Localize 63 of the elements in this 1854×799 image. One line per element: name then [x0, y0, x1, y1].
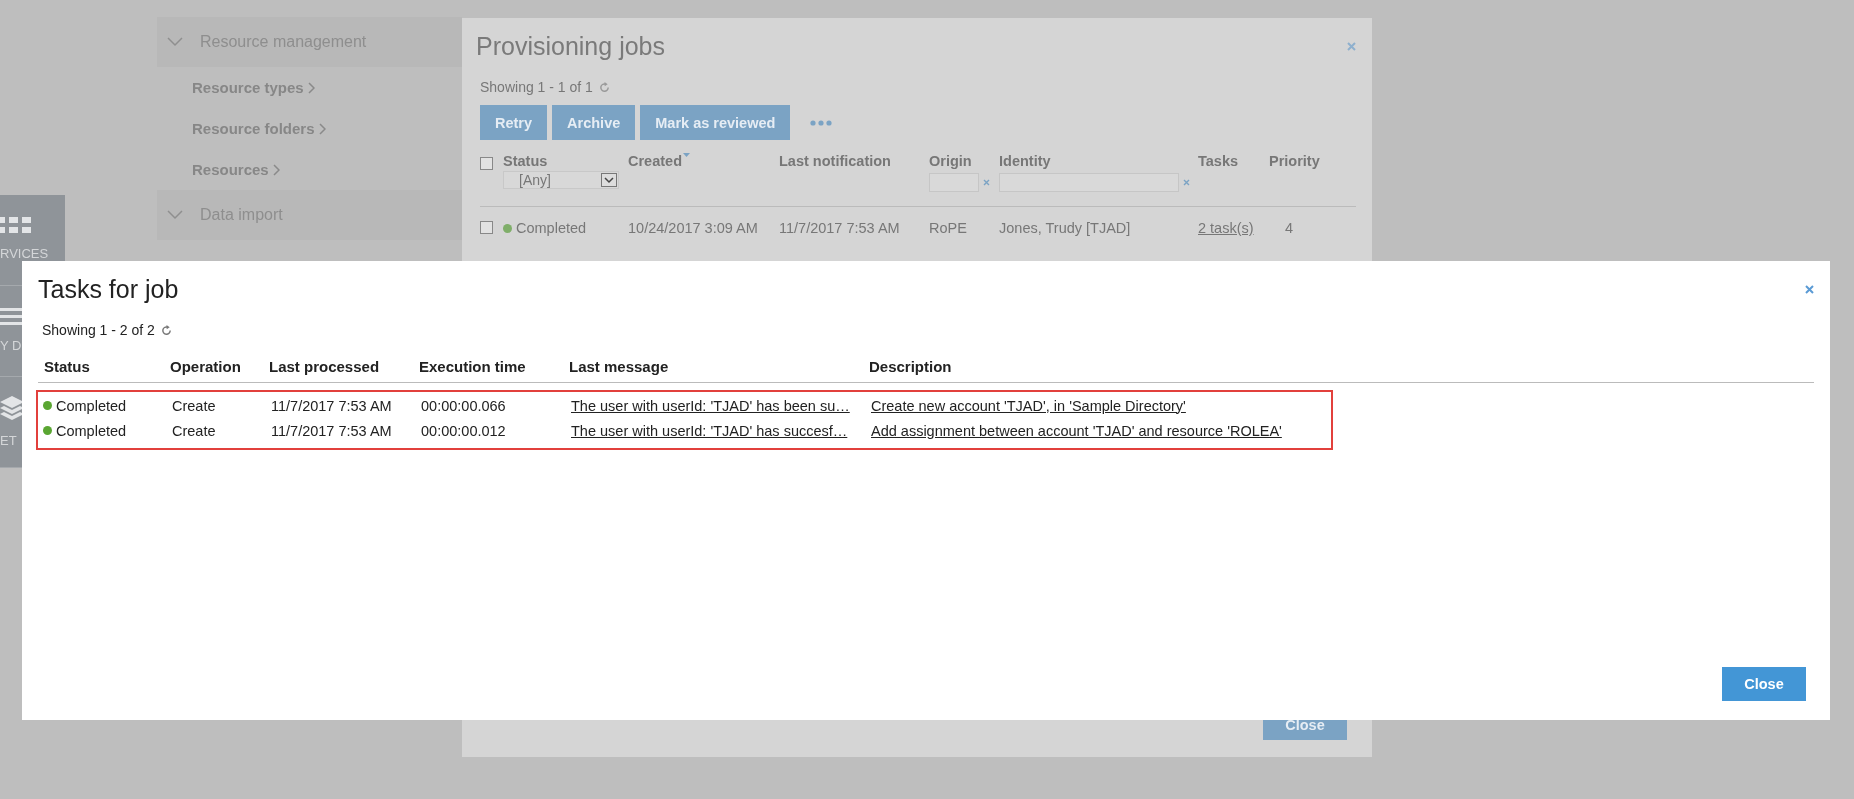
column-header[interactable]: Last message [569, 358, 669, 375]
action-button[interactable]: Mark as reviewed [640, 105, 791, 140]
filter-dropdown[interactable]: [Any] [503, 171, 619, 189]
dropdown-caret-icon[interactable] [601, 173, 617, 187]
message-link[interactable]: The user with userId: 'TJAD' has been su… [571, 397, 850, 414]
result-count: Showing 1 - 2 of 2 [42, 322, 155, 338]
column-header[interactable]: Description [869, 358, 952, 375]
description-link[interactable]: Add assignment between account 'TJAD' and resource 'ROLEA' [871, 422, 1282, 439]
chevron-right-icon[interactable] [272, 163, 280, 176]
checkbox[interactable] [480, 221, 493, 234]
list-icon[interactable] [0, 307, 24, 327]
close-button[interactable]: Close [1722, 667, 1806, 701]
status-text: Completed [56, 397, 127, 414]
table-cell: 11/7/2017 7:53 AM [271, 397, 392, 414]
table-cell: 11/7/2017 7:53 AM [779, 220, 900, 236]
status-text: Completed [56, 422, 127, 439]
table-cell: Create [172, 422, 216, 439]
rail-label[interactable]: RVICES [0, 245, 49, 263]
column-header[interactable]: Last notification [779, 153, 891, 169]
table-cell: Jones, Trudy [TJAD] [999, 220, 1131, 236]
column-header[interactable]: Priority [1269, 153, 1320, 169]
table-cell: 11/7/2017 7:53 AM [271, 422, 392, 439]
description-link[interactable]: Create new account 'TJAD', in 'Sample Directory' [871, 397, 1186, 414]
column-header[interactable]: Created [628, 153, 682, 169]
table-cell: Create [172, 397, 216, 414]
sort-icon[interactable] [683, 153, 690, 157]
column-header[interactable]: Identity [999, 153, 1051, 169]
chevron-icon [167, 210, 183, 220]
action-button[interactable]: Archive [552, 105, 636, 140]
table-cell: RoPE [929, 220, 967, 236]
chevron-right-icon[interactable] [307, 81, 315, 94]
table-cell: 4 [1285, 220, 1294, 236]
more-icon[interactable] [810, 119, 833, 126]
result-count: Showing 1 - 1 of 1 [480, 79, 593, 95]
refresh-icon[interactable] [160, 324, 172, 336]
column-header[interactable]: Status [503, 153, 548, 169]
column-header[interactable]: Last processed [269, 358, 380, 375]
table-cell: 00:00:00.012 [421, 422, 506, 439]
chevron-icon [167, 37, 183, 47]
column-header[interactable]: Operation [170, 358, 241, 375]
action-button[interactable]: Retry [480, 105, 548, 140]
column-header[interactable]: Status [44, 358, 90, 375]
close-icon[interactable] [1347, 42, 1356, 51]
tasks-link[interactable]: 2 task(s) [1198, 220, 1254, 236]
dialog-title: Tasks for job [38, 275, 179, 304]
dialog-title: Provisioning jobs [476, 32, 665, 61]
table-cell: 10/24/2017 3:09 AM [628, 220, 758, 236]
table-cell: 00:00:00.066 [421, 397, 506, 414]
layers-icon[interactable] [0, 394, 24, 422]
rail-label[interactable]: ET [0, 432, 17, 450]
close-icon[interactable] [1805, 285, 1814, 294]
rail-label[interactable]: Y D [0, 337, 22, 355]
message-link[interactable]: The user with userId: 'TJAD' has succesf… [571, 422, 848, 439]
column-header[interactable]: Origin [929, 153, 972, 169]
chevron-right-icon[interactable] [318, 122, 326, 135]
column-header[interactable]: Execution time [419, 358, 526, 375]
clear-icon[interactable] [1183, 179, 1190, 186]
grid-icon[interactable] [0, 217, 34, 235]
refresh-icon[interactable] [598, 81, 610, 93]
checkbox[interactable] [480, 157, 493, 170]
clear-icon[interactable] [983, 179, 990, 186]
column-header[interactable]: Tasks [1198, 153, 1239, 169]
status-text: Completed [516, 220, 587, 236]
